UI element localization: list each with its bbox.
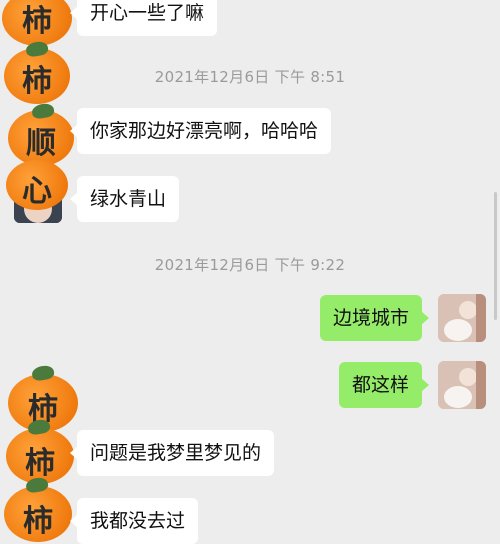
persimmon-sticker: 柿 [0, 476, 76, 542]
message-bubble[interactable]: 边境城市 [319, 295, 430, 341]
scrollbar[interactable] [494, 192, 497, 320]
sticker-glyph: 柿 [25, 446, 55, 481]
sticker-glyph: 柿 [23, 504, 53, 539]
sticker-glyph: 柿 [22, 4, 52, 39]
persimmon-sticker: 柿 [0, 418, 78, 484]
sticker-glyph: 心 [22, 174, 52, 209]
timestamp: 2021年12月6日 下午 9:22 [154, 256, 346, 274]
message-bubble[interactable]: 问题是我梦里梦见的 [69, 430, 275, 476]
persimmon-sticker: 柿 [0, 0, 74, 46]
message-bubble[interactable]: 开心一些了嘛 [69, 0, 218, 36]
message-bubble[interactable]: 你家那边好漂亮啊，哈哈哈 [69, 108, 332, 154]
timestamp: 2021年12月6日 下午 8:51 [154, 68, 346, 86]
persimmon-sticker: 心 [0, 156, 76, 212]
message-bubble[interactable]: 我都没去过 [69, 498, 199, 544]
self-avatar-photo-icon[interactable] [438, 361, 486, 409]
self-avatar-photo-icon[interactable] [438, 294, 486, 342]
message-bubble[interactable]: 都这样 [338, 362, 430, 408]
message-bubble[interactable]: 绿水青山 [69, 176, 180, 222]
